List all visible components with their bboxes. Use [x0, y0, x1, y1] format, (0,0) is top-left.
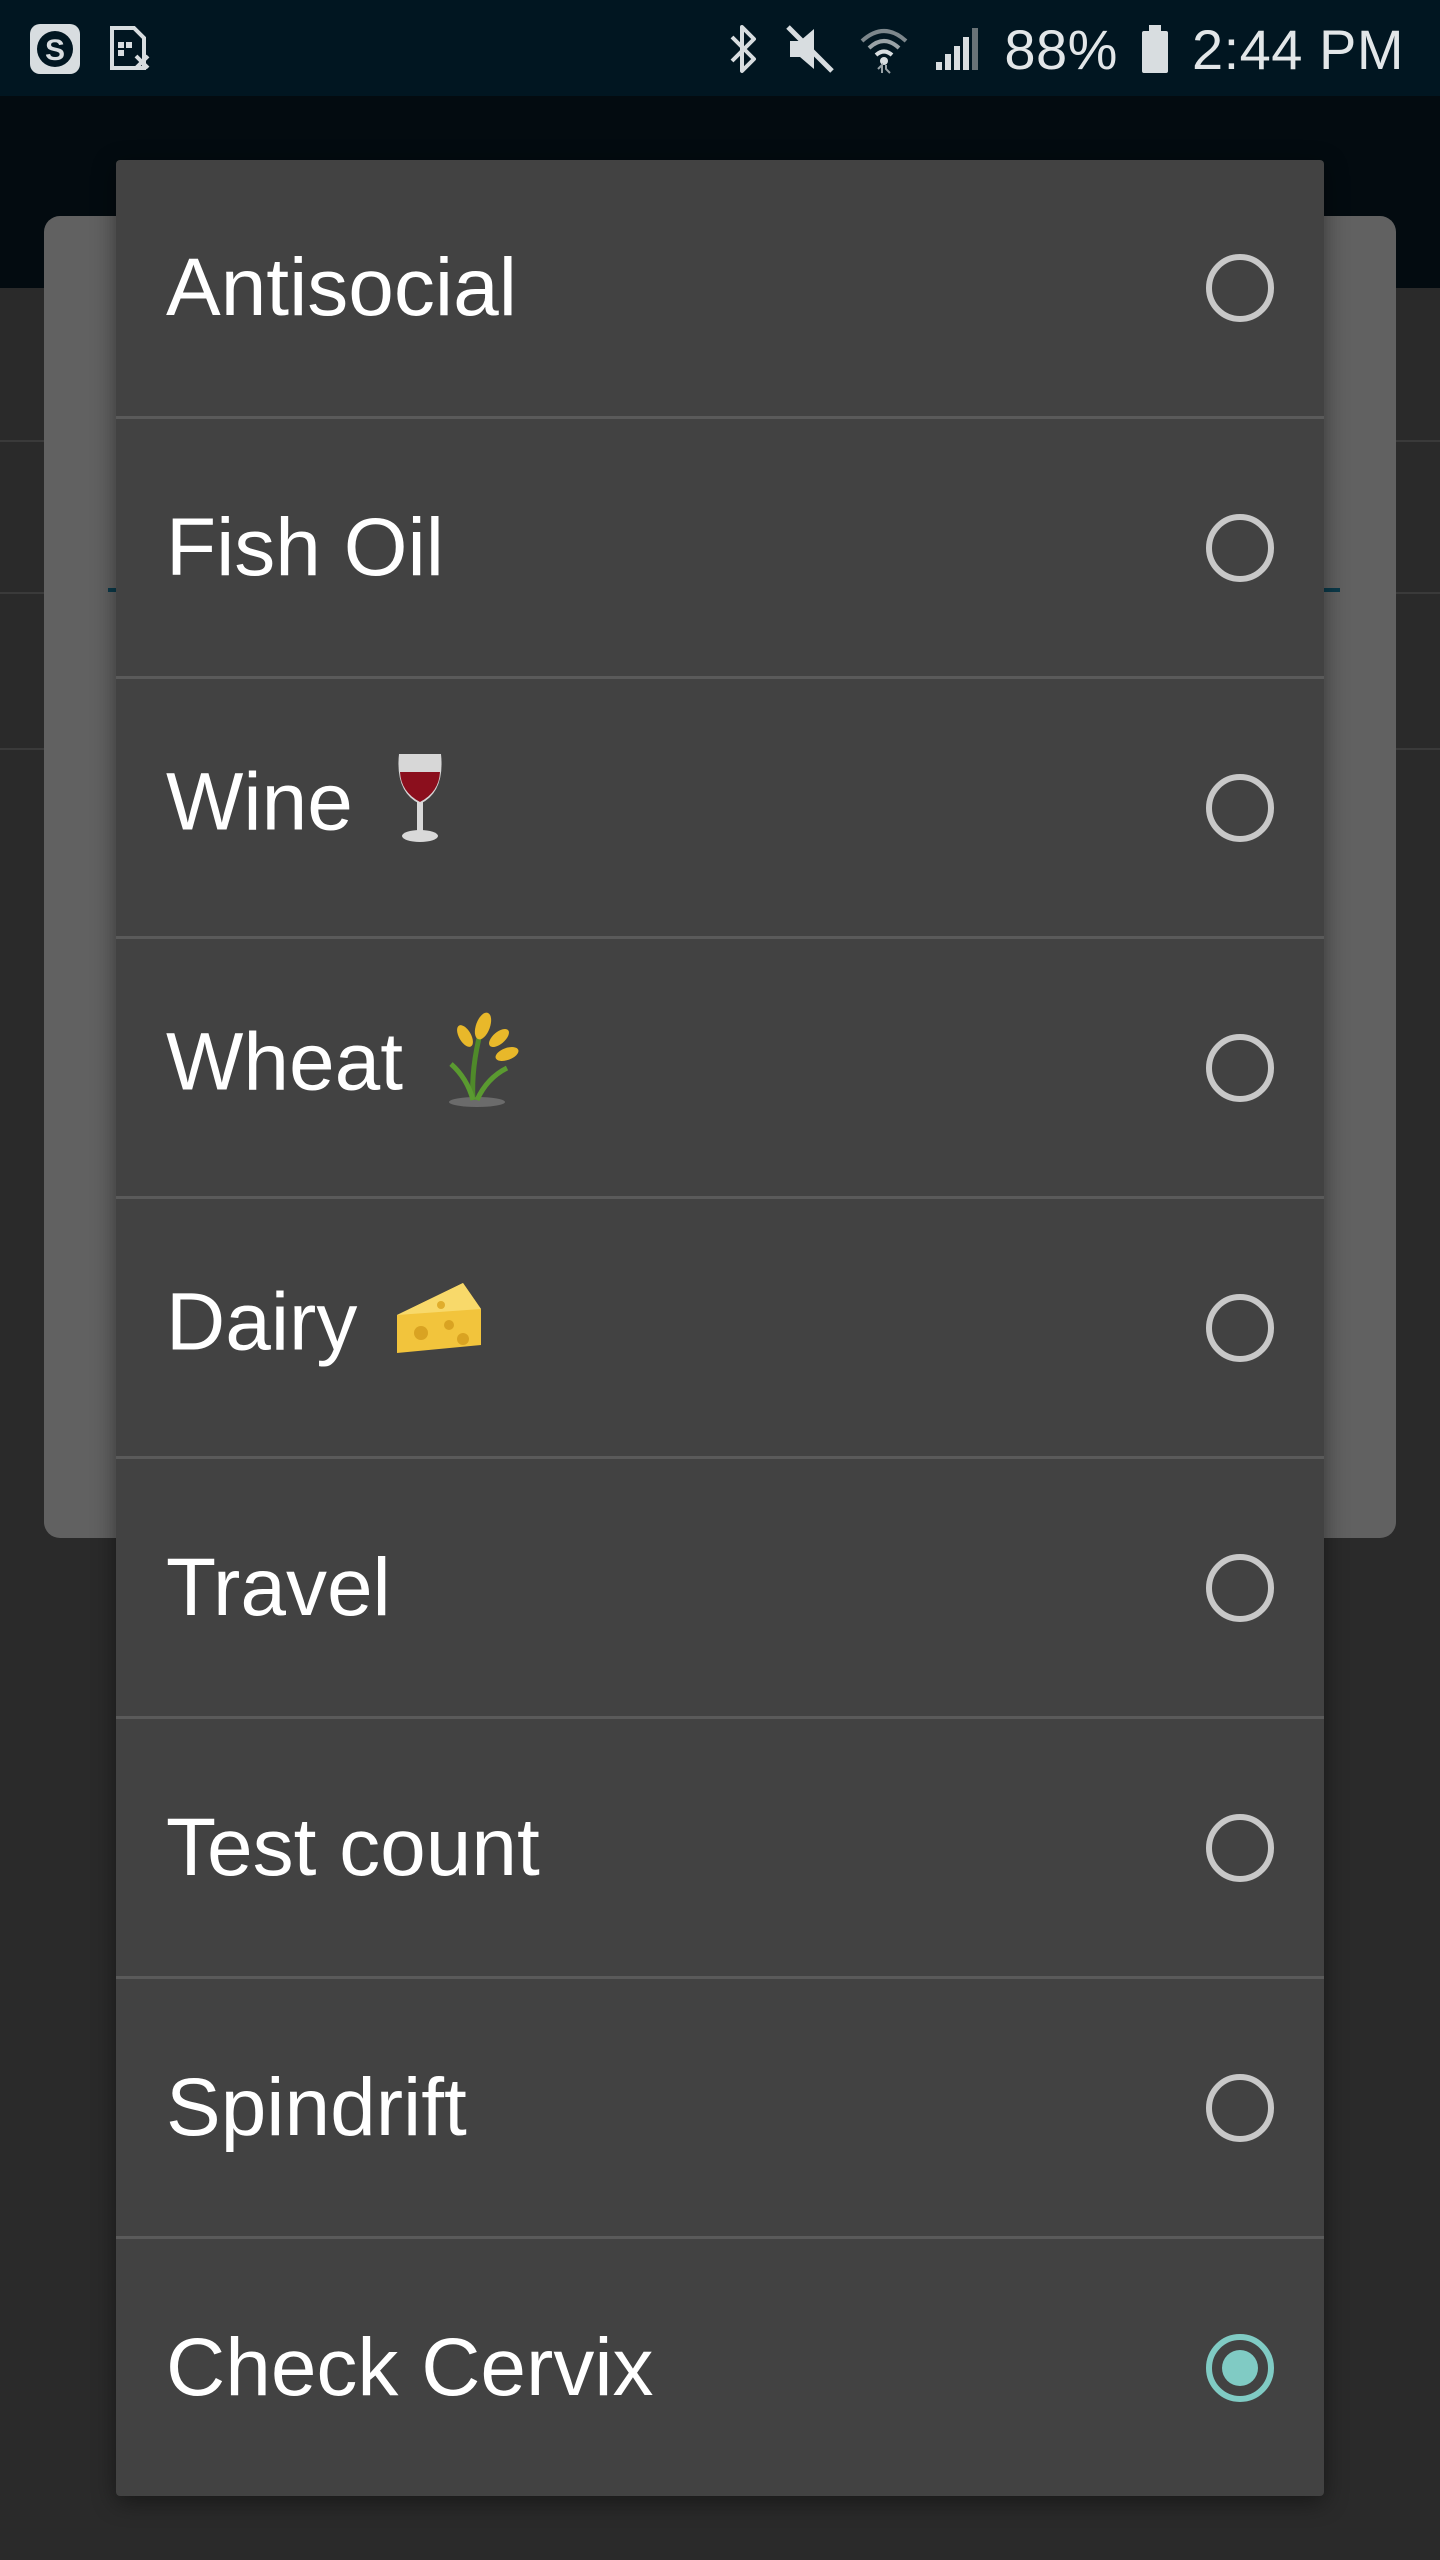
status-right-icons: 88% 2:44 PM [726, 14, 1404, 84]
divider [116, 416, 1324, 419]
status-left-icons: S [28, 22, 154, 76]
choice-label: Wheat [166, 1016, 403, 1108]
choice-item-test-count[interactable]: Test count [116, 1720, 1324, 1976]
choice-label: Check Cervix [166, 2322, 654, 2413]
divider [116, 1196, 1324, 1199]
choice-item-wine[interactable]: Wine [116, 680, 1324, 936]
radio-button[interactable] [1206, 1814, 1274, 1882]
radio-button-selected[interactable] [1206, 2334, 1274, 2402]
radio-dot [1222, 2350, 1258, 2386]
wheat-icon [437, 1008, 527, 1128]
volume-muted-icon [784, 23, 836, 75]
status-bar: S 88% 2:44 PM [0, 0, 1440, 96]
cheese-icon [391, 1275, 487, 1381]
choice-label: Travel [166, 1542, 391, 1633]
radio-button[interactable] [1206, 514, 1274, 582]
choice-label: Test count [166, 1802, 540, 1893]
radio-button[interactable] [1206, 1034, 1274, 1102]
divider [116, 1456, 1324, 1459]
divider [116, 1716, 1324, 1719]
status-time: 2:44 PM [1191, 17, 1404, 81]
divider [116, 2236, 1324, 2239]
choice-label-group: Wine [166, 748, 453, 868]
battery-icon [1140, 23, 1170, 75]
divider [116, 936, 1324, 939]
svg-text:S: S [45, 34, 65, 67]
choice-label-group: Wheat [166, 1008, 527, 1128]
battery-percent: 88% [1004, 17, 1118, 81]
choice-label: Fish Oil [166, 502, 444, 593]
choice-item-travel[interactable]: Travel [116, 1460, 1324, 1716]
wifi-icon [858, 23, 910, 75]
choice-dialog: Antisocial Fish Oil Wine Wheat Dairy Tra… [116, 160, 1324, 2496]
choice-item-fish-oil[interactable]: Fish Oil [116, 420, 1324, 676]
skype-icon: S [28, 22, 82, 76]
choice-label-group: Dairy [166, 1275, 487, 1381]
radio-button[interactable] [1206, 1554, 1274, 1622]
choice-item-wheat[interactable]: Wheat [116, 940, 1324, 1196]
divider [116, 1976, 1324, 1979]
radio-button[interactable] [1206, 1294, 1274, 1362]
radio-button[interactable] [1206, 254, 1274, 322]
choice-item-check-cervix[interactable]: Check Cervix [116, 2240, 1324, 2496]
choice-label: Antisocial [166, 242, 517, 333]
choice-item-dairy[interactable]: Dairy [116, 1200, 1324, 1456]
radio-button[interactable] [1206, 774, 1274, 842]
sim-card-x-icon [104, 24, 154, 74]
choice-label: Dairy [166, 1276, 358, 1368]
choice-item-antisocial[interactable]: Antisocial [116, 160, 1324, 416]
divider [116, 676, 1324, 679]
wine-glass-icon [387, 748, 453, 868]
cell-signal-icon [932, 24, 982, 74]
choice-label: Spindrift [166, 2062, 467, 2153]
choice-label: Wine [166, 756, 353, 848]
radio-button[interactable] [1206, 2074, 1274, 2142]
bluetooth-icon [726, 23, 762, 75]
choice-item-spindrift[interactable]: Spindrift [116, 1980, 1324, 2236]
